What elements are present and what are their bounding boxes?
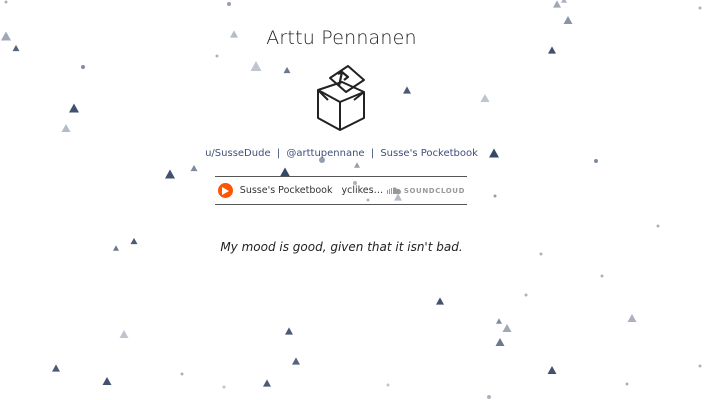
profile-links: u/SusseDude | @arttupennane | Susse's Po… xyxy=(0,148,683,159)
soundcloud-player: Susse's Pocketbook yclikesw... SOUNDCLOU… xyxy=(215,176,467,205)
profile-name: Arttu Pennanen xyxy=(266,27,417,49)
soundcloud-brand[interactable]: SOUNDCLOUD xyxy=(386,186,465,195)
soundcloud-label: SOUNDCLOUD xyxy=(403,186,465,195)
link-separator: | xyxy=(370,148,375,159)
play-button[interactable] xyxy=(218,183,233,198)
track-user[interactable]: Susse's Pocketbook xyxy=(240,185,333,196)
reddit-link[interactable]: u/SusseDude xyxy=(205,148,271,159)
play-icon xyxy=(221,186,229,195)
twitter-link[interactable]: @arttupennane xyxy=(286,148,364,159)
link-separator: | xyxy=(276,148,281,159)
pocketbook-link[interactable]: Susse's Pocketbook xyxy=(380,148,478,159)
pocketbook-logo-icon xyxy=(317,65,365,131)
soundcloud-icon xyxy=(386,187,401,194)
track-title[interactable]: yclikesw... xyxy=(342,185,387,196)
mood-text: My mood is good, given that it isn't bad… xyxy=(220,240,463,254)
